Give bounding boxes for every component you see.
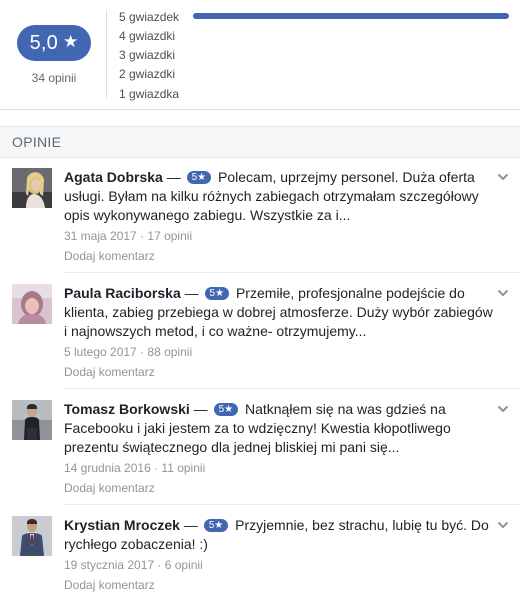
summary-divider <box>106 10 107 98</box>
review-body: Krystian Mroczek — 5★ Przyjemnie, bez st… <box>64 516 496 593</box>
rating-row-2[interactable]: 2 gwiazdki <box>119 65 514 83</box>
rating-bar-track <box>193 32 509 38</box>
rating-row-label: 4 gwiazdki <box>119 29 176 43</box>
avatar[interactable] <box>12 168 52 208</box>
rating-summary: 5,0 ★ 34 opinii 5 gwiazdek 4 gwiazdki 3 g… <box>0 0 520 110</box>
rating-badge: 5★ <box>204 287 230 300</box>
reviews-section-header: OPINIE <box>0 126 520 158</box>
reviewer-review-count[interactable]: 88 opinii <box>147 345 192 359</box>
review-text-block: Krystian Mroczek — 5★ Przyjemnie, bez st… <box>64 516 496 554</box>
rating-bar-fill <box>193 13 509 19</box>
reviewer-name[interactable]: Paula Raciborska <box>64 285 181 301</box>
chevron-down-icon[interactable] <box>496 170 510 184</box>
rating-row-label: 5 gwiazdek <box>119 10 180 24</box>
reviewer-name[interactable]: Krystian Mroczek <box>64 517 180 533</box>
rating-row-label: 1 gwiazdka <box>119 87 180 101</box>
average-score-badge[interactable]: 5,0 ★ <box>17 25 91 61</box>
chevron-down-icon[interactable] <box>496 518 510 532</box>
meta-separator: · <box>154 558 165 572</box>
add-comment-link[interactable]: Dodaj komentarz <box>64 364 496 380</box>
rating-bar-track <box>193 51 509 57</box>
reviewer-review-count[interactable]: 17 opinii <box>147 229 192 243</box>
section-title: OPINIE <box>12 134 62 150</box>
review-text-block: Agata Dobrska — 5★ Polecam, uprzejmy per… <box>64 168 496 225</box>
meta-separator: · <box>136 345 148 359</box>
chevron-down-icon[interactable] <box>496 286 510 300</box>
review-divider <box>64 504 520 505</box>
rating-bar-track <box>193 13 509 19</box>
rating-bar-track <box>193 70 509 76</box>
review-item: Agata Dobrska — 5★ Polecam, uprzejmy per… <box>0 168 520 268</box>
review-divider <box>64 272 520 273</box>
rating-row-label: 3 gwiazdki <box>119 48 176 62</box>
review-body: Tomasz Borkowski — 5★ Natknąłem się na w… <box>64 400 496 496</box>
add-comment-link[interactable]: Dodaj komentarz <box>64 577 496 593</box>
review-date[interactable]: 5 lutego 2017 <box>64 345 137 359</box>
review-body: Agata Dobrska — 5★ Polecam, uprzejmy per… <box>64 168 496 264</box>
name-separator: — <box>189 401 212 417</box>
rating-row-1[interactable]: 1 gwiazdka <box>119 85 514 103</box>
review-meta: 31 maja 2017 · 17 opinii <box>64 228 496 244</box>
name-separator: — <box>179 517 202 533</box>
review-date[interactable]: 19 stycznia 2017 <box>64 558 154 572</box>
rating-bar-track <box>193 90 509 96</box>
review-meta: 19 stycznia 2017 · 6 opinii <box>64 557 496 573</box>
rating-badge: 5★ <box>213 403 239 416</box>
rating-row-4[interactable]: 4 gwiazdki <box>119 27 514 45</box>
total-review-count: 34 opinii <box>31 71 77 85</box>
add-comment-link[interactable]: Dodaj komentarz <box>64 480 496 496</box>
summary-bottom-divider <box>0 109 520 110</box>
star-icon: ★ <box>62 32 79 51</box>
avatar[interactable] <box>12 516 52 556</box>
review-body: Paula Raciborska — 5★ Przemiłe, profesjo… <box>64 284 496 380</box>
review-date[interactable]: 31 maja 2017 <box>64 229 137 243</box>
add-comment-link[interactable]: Dodaj komentarz <box>64 248 496 264</box>
review-date[interactable]: 14 grudnia 2016 <box>64 461 151 475</box>
name-separator: — <box>162 169 185 185</box>
reviewer-name[interactable]: Agata Dobrska <box>64 169 163 185</box>
chevron-down-icon[interactable] <box>496 402 510 416</box>
review-item: Krystian Mroczek — 5★ Przyjemnie, bez st… <box>0 516 520 596</box>
review-item: Tomasz Borkowski — 5★ Natknąłem się na w… <box>0 400 520 500</box>
review-text-block: Tomasz Borkowski — 5★ Natknąłem się na w… <box>64 400 496 457</box>
reviewer-review-count[interactable]: 11 opinii <box>161 461 205 475</box>
reviewer-name[interactable]: Tomasz Borkowski <box>64 401 190 417</box>
review-text-block: Paula Raciborska — 5★ Przemiłe, profesjo… <box>64 284 496 341</box>
avatar[interactable] <box>12 400 52 440</box>
review-meta: 5 lutego 2017 · 88 opinii <box>64 344 496 360</box>
meta-separator: · <box>150 461 162 475</box>
meta-separator: · <box>136 229 148 243</box>
rating-badge: 5★ <box>186 171 212 184</box>
rating-row-label: 2 gwiazdki <box>119 67 176 81</box>
review-divider <box>64 388 520 389</box>
rating-row-3[interactable]: 3 gwiazdki <box>119 46 514 64</box>
rating-row-5[interactable]: 5 gwiazdek <box>119 8 514 26</box>
reviewer-review-count[interactable]: 6 opinii <box>165 558 203 572</box>
review-item: Paula Raciborska — 5★ Przemiłe, profesjo… <box>0 284 520 384</box>
average-score: 5,0 <box>29 31 58 54</box>
name-separator: — <box>180 285 203 301</box>
avatar[interactable] <box>12 284 52 324</box>
review-meta: 14 grudnia 2016 · 11 opinii <box>64 460 496 476</box>
rating-badge: 5★ <box>203 519 229 532</box>
